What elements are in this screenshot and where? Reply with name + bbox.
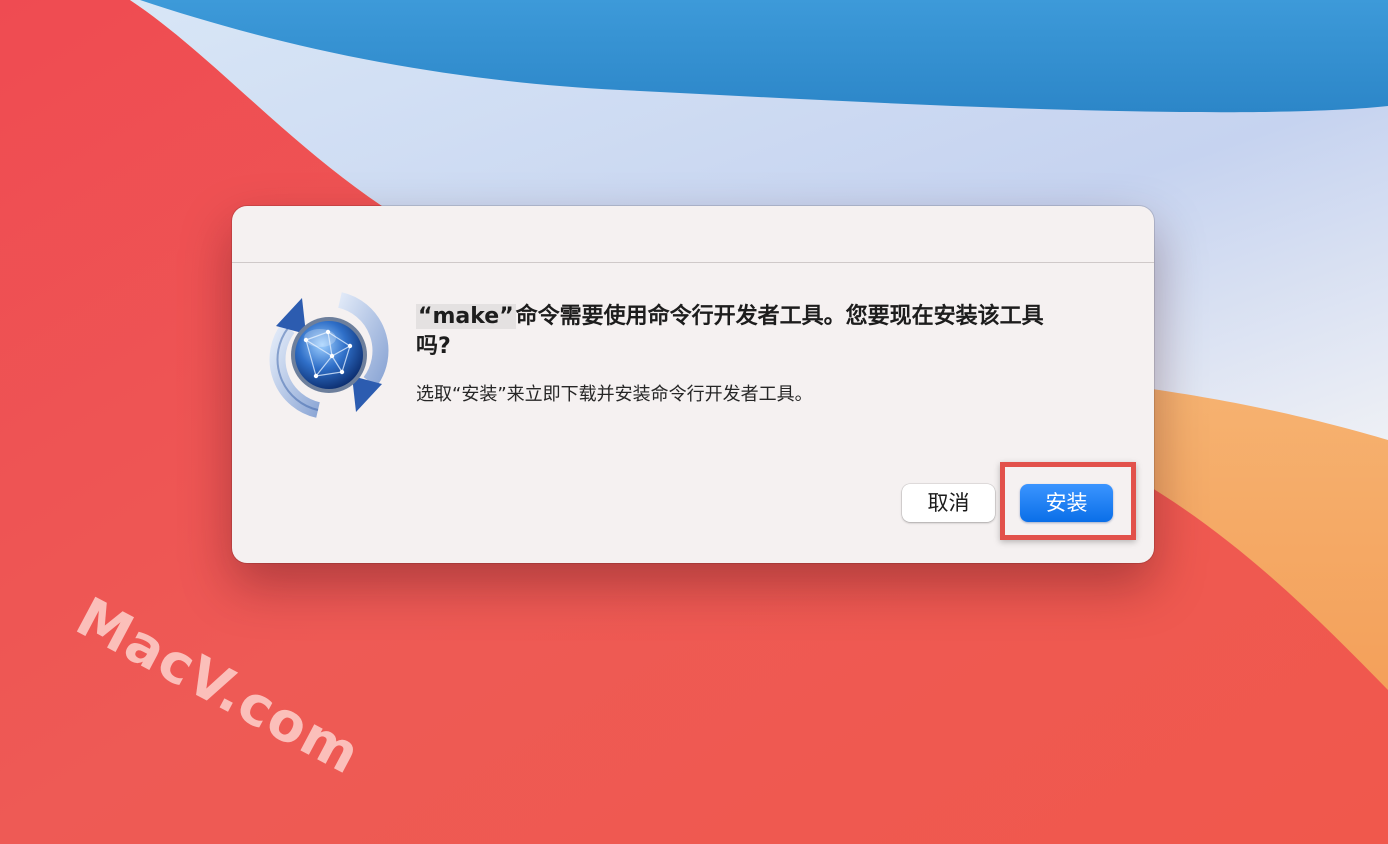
dialog-title: “make”命令需要使用命令行开发者工具。您要现在安装该工具吗?: [416, 302, 1056, 362]
cancel-button[interactable]: 取消: [902, 484, 995, 522]
command-name: “make”: [416, 304, 516, 329]
software-update-globe-icon: [258, 288, 400, 422]
install-tools-dialog: “make”命令需要使用命令行开发者工具。您要现在安装该工具吗? 选取“安装”来…: [232, 206, 1154, 563]
desktop: MacV.com “make”命令需要使用命令行开发者工具。您要现在安装该工具吗…: [0, 0, 1388, 844]
dialog-titlebar[interactable]: [232, 206, 1154, 263]
dialog-message: 选取“安装”来立即下载并安装命令行开发者工具。: [416, 384, 813, 405]
install-button[interactable]: 安装: [1020, 484, 1113, 522]
